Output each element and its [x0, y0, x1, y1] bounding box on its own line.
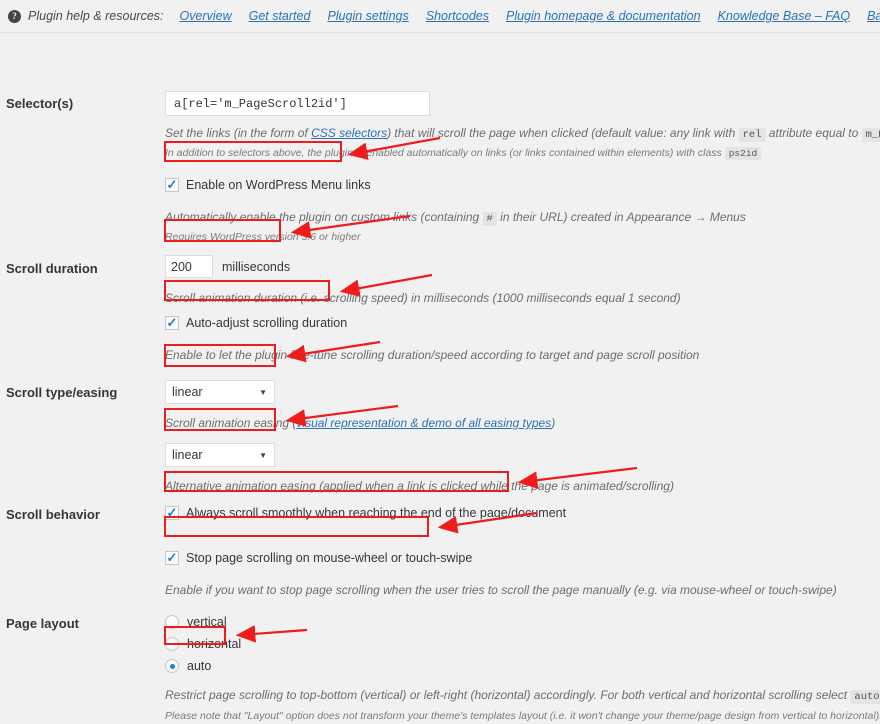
label-scroll-duration: Scroll duration [6, 261, 98, 276]
stop-scroll-checkbox-row[interactable]: ✓ Stop page scrolling on mouse-wheel or … [165, 551, 837, 565]
help-link-knowledge-base[interactable]: Knowledge Base – FAQ [718, 9, 850, 23]
desc-text: Scroll animation easing ( [165, 416, 297, 430]
stop-scroll-description: Enable if you want to stop page scrollin… [165, 583, 837, 597]
auto-adjust-checkbox[interactable]: ✓ [165, 316, 179, 330]
radio-auto[interactable] [165, 659, 179, 673]
scroll-duration-description: Scroll animation duration (i.e. scrollin… [165, 291, 681, 305]
scroll-type-value: linear [172, 385, 203, 399]
code-chip-ps2id: ps2id [724, 147, 762, 160]
code-chip-rel-value: m_PageScroll2id [861, 128, 880, 142]
desc-text: Automatically enable the plugin on custo… [165, 210, 483, 224]
css-selectors-link[interactable]: CSS selectors [311, 126, 387, 140]
menu-links-checkbox-row[interactable]: ✓ Enable on WordPress Menu links [165, 178, 746, 192]
desc-text: attribute equal to [765, 126, 862, 140]
desc-text: ) [551, 416, 556, 430]
scroll-duration-unit: milliseconds [222, 259, 291, 274]
alt-easing-value: linear [172, 448, 203, 462]
selectors-description-secondary: In addition to selectors above, the plug… [165, 145, 880, 162]
help-link-get-started[interactable]: Get started [249, 9, 311, 23]
label-selectors: Selector(s) [6, 96, 74, 111]
auto-adjust-checkbox-row[interactable]: ✓ Auto-adjust scrolling duration [165, 316, 699, 330]
smooth-end-checkbox-label: Always scroll smoothly when reaching the… [186, 506, 567, 520]
help-link-plugin-settings[interactable]: Plugin settings [327, 9, 408, 23]
desc-text: ) that will scroll the page when clicked… [387, 126, 739, 140]
page-layout-description: Restrict page scrolling to top-bottom (v… [165, 687, 880, 705]
menu-links-description: Automatically enable the plugin on custo… [165, 209, 746, 227]
check-icon: ✓ [166, 176, 178, 192]
check-icon: ✓ [166, 314, 178, 330]
page-layout-option-horizontal[interactable]: horizontal [165, 637, 880, 651]
auto-adjust-checkbox-label: Auto-adjust scrolling duration [186, 316, 348, 330]
help-link-shortcodes[interactable]: Shortcodes [426, 9, 489, 23]
chevron-down-icon: ▼ [259, 450, 267, 460]
desc-text: Set the links (in the form of [165, 126, 312, 140]
alt-easing-select[interactable]: linear ▼ [165, 443, 275, 467]
page-layout-option-auto[interactable]: auto [165, 659, 880, 673]
radio-vertical-label: vertical [187, 615, 227, 629]
radio-horizontal[interactable] [165, 637, 179, 651]
selectors-description-primary: Set the links (in the form of CSS select… [165, 125, 880, 143]
help-link-basic-tutorial[interactable]: Basic tutorial [867, 9, 880, 23]
chevron-down-icon: ▼ [259, 387, 267, 397]
code-chip-rel: rel [738, 128, 766, 142]
stop-scroll-checkbox[interactable]: ✓ [165, 551, 179, 565]
scroll-type-select[interactable]: linear ▼ [165, 380, 275, 404]
label-scroll-type: Scroll type/easing [6, 385, 118, 400]
desc-text: Restrict page scrolling to top-bottom (v… [165, 688, 851, 702]
menu-links-checkbox-label: Enable on WordPress Menu links [186, 178, 371, 192]
label-page-layout: Page layout [6, 616, 79, 631]
radio-vertical[interactable] [165, 615, 179, 629]
desc-text: in their URL) created in Appearance → Me… [496, 210, 746, 224]
smooth-end-checkbox-row[interactable]: ✓ Always scroll smoothly when reaching t… [165, 506, 566, 520]
code-chip-auto: auto [850, 690, 880, 704]
radio-horizontal-label: horizontal [187, 637, 242, 651]
alt-easing-description: Alternative animation easing (applied wh… [165, 479, 674, 493]
help-circle-icon: ? [8, 9, 21, 23]
check-icon: ✓ [166, 549, 178, 565]
auto-adjust-description: Enable to let the plugin fine-tune scrol… [165, 348, 700, 362]
radio-auto-label: auto [187, 659, 212, 673]
code-chip-hash: # [482, 212, 497, 226]
page-layout-option-vertical[interactable]: vertical [165, 615, 880, 629]
page-layout-note: Please note that "Layout" option does no… [165, 710, 880, 722]
scroll-duration-field: milliseconds [165, 255, 681, 278]
check-icon: ✓ [166, 504, 178, 520]
stop-scroll-checkbox-label: Stop page scrolling on mouse-wheel or to… [186, 551, 473, 565]
scroll-type-description: Scroll animation easing (visual represen… [165, 415, 555, 431]
selectors-input[interactable] [165, 91, 430, 116]
plugin-help-bar: ? Plugin help & resources: Overview Get … [0, 0, 880, 33]
help-link-plugin-homepage[interactable]: Plugin homepage & documentation [506, 9, 701, 23]
scroll-duration-input[interactable] [165, 255, 213, 278]
menu-links-checkbox[interactable]: ✓ [165, 178, 179, 192]
desc-text: In addition to selectors above, the plug… [165, 147, 725, 159]
help-link-overview[interactable]: Overview [180, 9, 232, 23]
easing-demo-link[interactable]: visual representation & demo of all easi… [296, 416, 551, 430]
smooth-end-checkbox[interactable]: ✓ [165, 506, 179, 520]
menu-links-version-note: Requires WordPress version 3.6 or higher [165, 231, 361, 243]
label-scroll-behavior: Scroll behavior [6, 507, 100, 522]
help-bar-label: Plugin help & resources: [28, 9, 164, 23]
